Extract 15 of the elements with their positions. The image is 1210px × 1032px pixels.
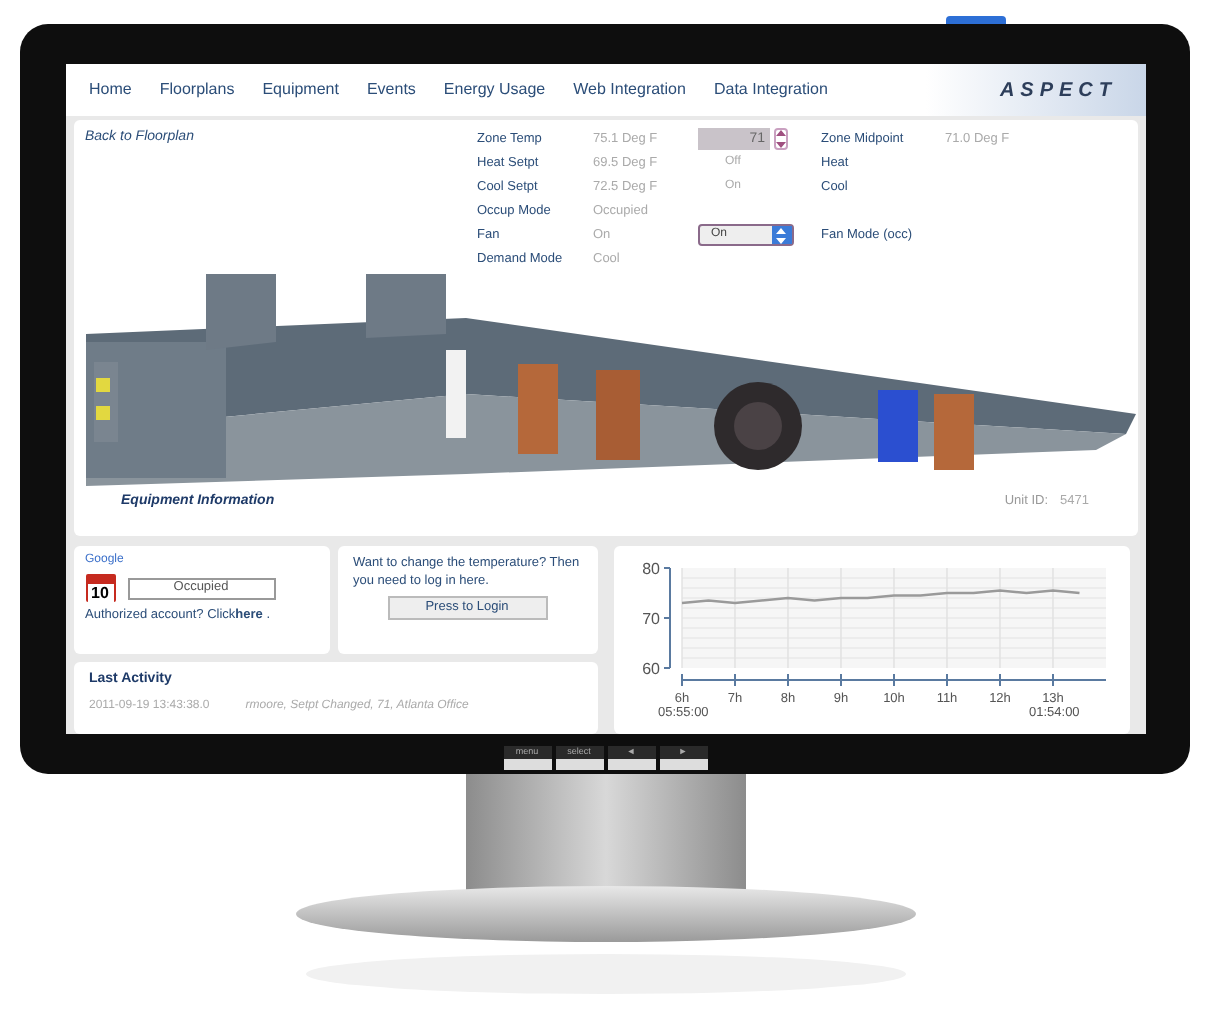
axis-label: 70	[641, 610, 659, 628]
calendar-icon: 10	[85, 574, 115, 602]
up-down-arrows-icon	[771, 226, 791, 245]
axis-label: 80	[641, 560, 659, 578]
nav-link[interactable]: Floorplans	[159, 78, 235, 102]
axis-label: 60	[641, 660, 659, 678]
nav-link[interactable]: Home	[89, 78, 132, 102]
y-axis	[662, 567, 670, 669]
spinner-icon[interactable]	[773, 128, 787, 150]
nav-link[interactable]: Data Integration	[713, 78, 828, 102]
nav-link[interactable]: Equipment	[262, 78, 339, 102]
power-light-icon	[946, 16, 1006, 24]
nav-link[interactable]: Events	[366, 78, 416, 102]
nav-link[interactable]: Web Integration	[573, 78, 686, 102]
nav-link[interactable]: Energy Usage	[443, 78, 546, 102]
